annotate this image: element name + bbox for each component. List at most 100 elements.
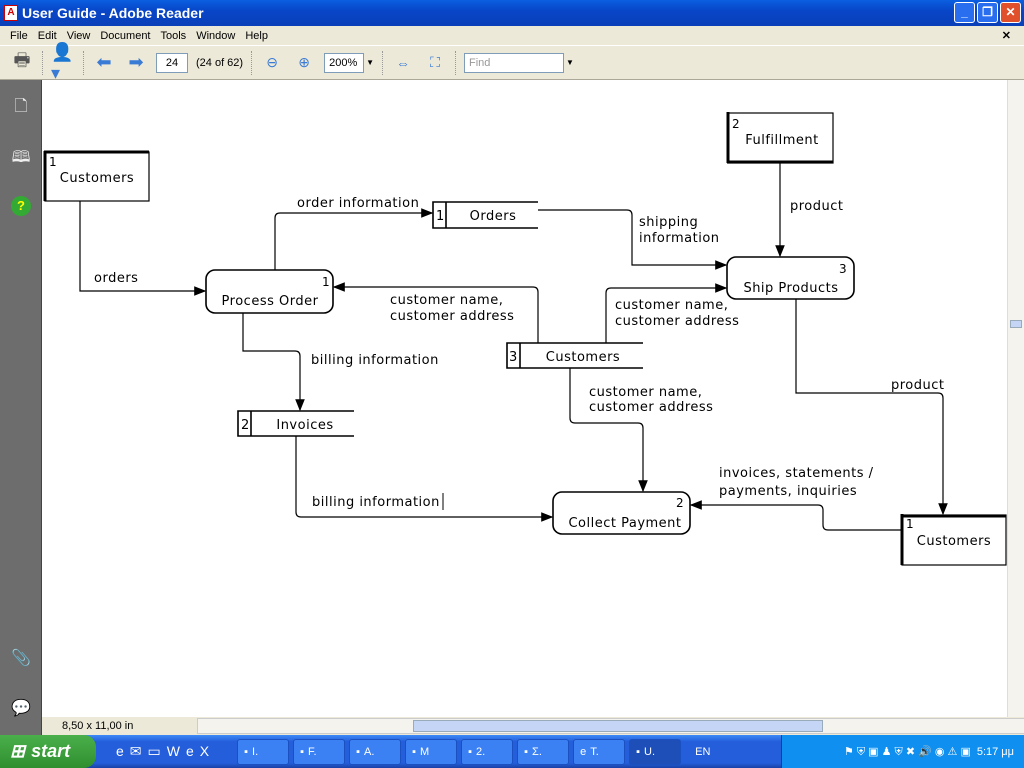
task-label: 2. [476,745,486,758]
vertical-scroll-thumb[interactable] [1010,320,1022,328]
taskbar-item[interactable]: ▪ A. [349,738,402,765]
help-icon[interactable]: ? [11,196,31,216]
menu-tools[interactable]: Tools [156,30,192,42]
ie-icon[interactable]: e [116,743,124,760]
clock: 5:17 μμ [976,745,1014,758]
find-input[interactable]: Find [464,52,565,73]
entity-number: 1 [49,155,57,169]
flow-label: customer address [615,314,739,329]
print-icon[interactable]: 🖶 [10,50,34,74]
adobe-reader-icon: ▪ [636,745,641,758]
windows-logo-icon: ⊞ [10,741,26,761]
menu-view[interactable]: View [62,30,96,42]
flow-product-to-customers [795,299,948,516]
separator [455,50,457,75]
previous-page-icon[interactable]: ⬅ [92,52,116,74]
entity-label: Customers [60,171,134,186]
flow-label: order information [297,196,419,211]
excel-icon[interactable]: X [200,743,209,760]
separator [42,50,43,75]
menu-help[interactable]: Help [240,30,273,42]
menu-window[interactable]: Window [191,30,240,42]
comments-icon[interactable]: 💬 [11,698,31,718]
vertical-scrollbar[interactable] [1007,80,1024,717]
flow-label: information [639,231,720,246]
word-icon[interactable]: W [167,743,180,760]
flow-label: customer name, [589,385,702,400]
taskbar: ⊞ start e ✉ ▭ We X ▪ I. ▪ F. ▪ A. ▪ M ▪ 2. ▪ Σ. e T.… [0,735,1024,768]
entity-number: 1 [906,517,914,531]
page-size: 8,50 x 11,00 in [62,720,134,732]
flow-invoices [689,500,911,535]
close-button[interactable]: ✕ [1000,2,1021,23]
zoom-in-icon[interactable]: ⊕ [292,52,316,74]
start-button[interactable]: ⊞ start [0,735,96,768]
restore-button[interactable]: ❐ [977,2,998,23]
start-label: start [31,741,71,761]
taskbar-item[interactable]: ▪ Σ. [517,738,570,765]
flow-label: product [891,378,945,393]
zoom-dropdown-icon[interactable]: ▼ [366,58,374,67]
flow-label: customer address [390,309,514,324]
process-number: 3 [839,262,847,276]
page-number-input[interactable]: 24 [156,52,188,73]
flow-label: billing information [312,495,440,510]
folder-icon: ▪ [300,745,305,758]
flow-label: invoices, statements / [719,466,874,481]
menu-file[interactable]: File [5,30,33,42]
process-number: 2 [676,496,684,510]
folder-icon[interactable]: ▭ [148,743,161,760]
tray-icons[interactable]: ⚑ ⛨ ▣ ♟ ⛨ ✖ 🔊 ◉ ⚠ ▣ [844,745,971,759]
quick-launch: e ✉ ▭ We X [116,743,209,760]
next-page-icon[interactable]: ➡ [124,52,148,74]
taskbar-item-adobe-reader[interactable]: ▪ U. [629,738,682,765]
store-number: 3 [509,350,518,365]
flow-label: customer address [589,400,713,415]
attachments-icon[interactable]: 📎 [11,648,31,668]
zoom-input[interactable]: 200% [324,52,365,73]
document-page: 1 Customers 2 Fulfillment 1 Customers 1 … [42,80,1007,717]
title-bar: A User Guide - Adobe Reader _ ❐ ✕ [0,0,1024,26]
flow-label: billing information [311,353,439,368]
fit-page-icon[interactable]: ⛶ [423,52,447,74]
task-label: I. [252,745,259,758]
taskbar-item[interactable]: e T. [573,738,626,765]
horizontal-scroll-thumb[interactable] [413,720,823,732]
outlook-icon[interactable]: ✉ [130,743,142,760]
status-bar: 8,50 x 11,00 in [42,717,1024,735]
find-dropdown-icon[interactable]: ▼ [566,58,574,67]
app-icon: ▪ [412,745,417,758]
bookmarks-icon[interactable]: 🕮 [11,146,31,166]
fit-width-icon[interactable]: ⇔ [391,52,415,74]
navigation-pane: 🗋 🕮 ? 📎 💬 [0,80,42,735]
entity-label: Fulfillment [745,133,819,148]
horizontal-scrollbar[interactable] [197,718,1024,734]
zoom-out-icon[interactable]: ⊖ [260,52,284,74]
separator [382,50,384,75]
task-label: T. [590,745,599,758]
taskbar-item[interactable]: ▪ I. [237,738,290,765]
taskbar-item[interactable]: ▪ M [405,738,458,765]
minimize-button[interactable]: _ [954,2,975,23]
task-label: Σ. [532,745,542,758]
separator [83,50,84,75]
taskbar-item[interactable]: ▪ F. [293,738,346,765]
flow-label: payments, inquiries [719,484,857,499]
language-indicator[interactable]: EN [695,746,710,758]
flow-label: customer name, [390,293,503,308]
menu-document[interactable]: Document [95,30,155,42]
separator [251,50,253,75]
page-count: (24 of 62) [196,56,244,69]
menu-edit[interactable]: Edit [33,30,62,42]
flow-label: orders [94,271,138,286]
store-label: Customers [546,350,620,365]
process-label: Collect Payment [568,516,681,531]
store-label: Invoices [276,418,333,433]
close-document-icon[interactable]: ✕ [997,29,1016,42]
process-number: 1 [322,275,330,289]
pages-icon[interactable]: 🗋 [11,95,31,115]
folder-icon: ▪ [468,745,473,758]
taskbar-item[interactable]: ▪ 2. [461,738,514,765]
collaborate-icon[interactable]: 👤▾ [51,42,75,83]
ie-icon[interactable]: e [186,743,194,760]
